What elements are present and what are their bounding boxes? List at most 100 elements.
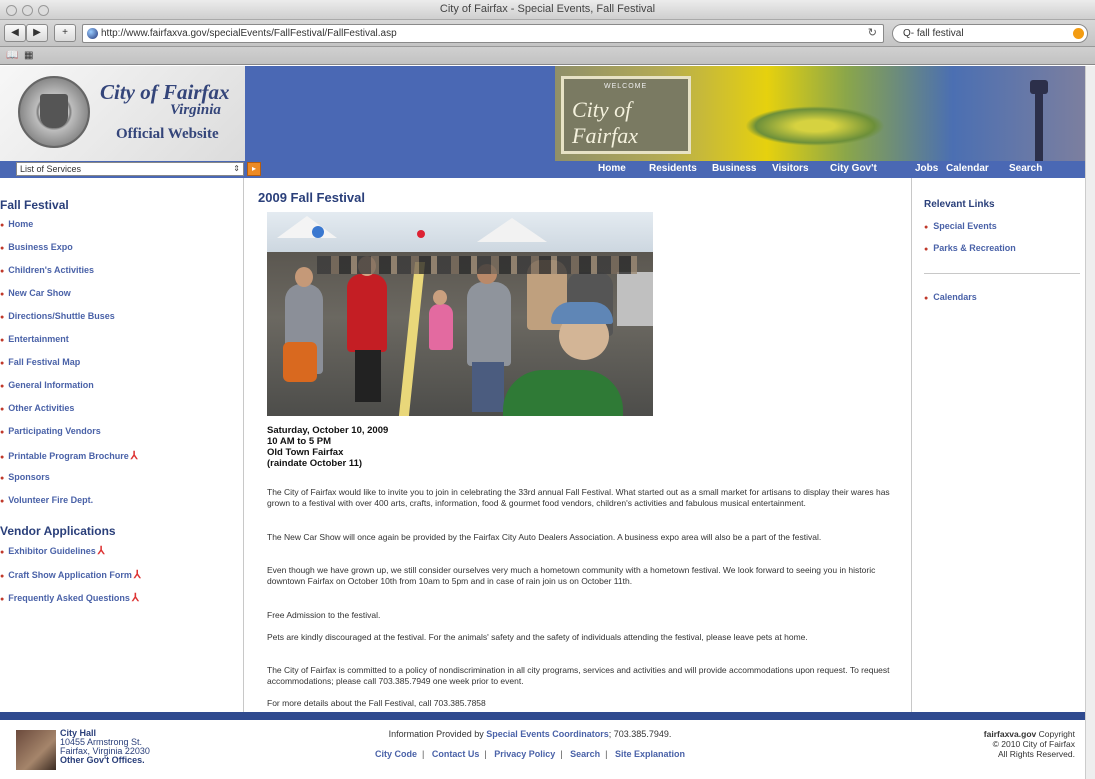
rightnav-calendars[interactable]: ● Calendars — [924, 292, 977, 302]
banner-lamp-post — [1035, 86, 1043, 161]
event-details: Saturday, October 10, 2009 10 AM to 5 PM… — [267, 425, 388, 469]
services-select[interactable]: List of Services ⇕ — [16, 162, 244, 176]
forward-button[interactable]: ▶ — [26, 24, 48, 42]
paragraph-more-details: For more details about the Fall Festival… — [267, 698, 486, 708]
footer-link-contact-us[interactable]: Contact Us — [432, 749, 480, 759]
leftnav-general-information[interactable]: ● General Information — [0, 380, 94, 390]
footer-info: Information Provided by Special Events C… — [300, 729, 760, 739]
footer-copyright-label: Copyright — [1036, 729, 1075, 739]
book-icon[interactable]: 📖 — [6, 50, 18, 61]
footer-divider-bar — [0, 712, 1085, 720]
browser-toolbar: ◀ ▶ + http://www.fairfaxva.gov/specialEv… — [0, 20, 1095, 47]
banner-welcome-sign: WELCOME City of Fairfax — [561, 76, 691, 154]
footer-info-prefix: Information Provided by — [388, 729, 484, 739]
leftnav-printable-brochure[interactable]: ● Printable Program Brochure ⅄ — [0, 449, 138, 462]
banner-sign-text: City of Fairfax — [572, 97, 638, 148]
logo-state: Virginia — [170, 102, 221, 118]
site-header: City of Fairfax Virginia Official Websit… — [0, 66, 1085, 161]
vendor-applications-heading: Vendor Applications — [0, 524, 116, 538]
paragraph-hometown: Even though we have grown up, we still c… — [267, 565, 876, 586]
paragraph-nondiscrimination: The City of Fairfax is committed to a po… — [267, 665, 890, 686]
footer-link-privacy-policy[interactable]: Privacy Policy — [494, 749, 555, 759]
browser-search-field[interactable]: Q- fall festival — [892, 24, 1088, 43]
leftnav-new-car-show[interactable]: ● New Car Show — [0, 288, 71, 298]
footer-info-phone: ; 703.385.7949. — [608, 729, 672, 739]
leftnav-participating-vendors[interactable]: ● Participating Vendors — [0, 426, 101, 436]
site-logo[interactable]: City of Fairfax Virginia Official Websit… — [0, 66, 245, 161]
paragraph-intro: The City of Fairfax would like to invite… — [267, 487, 890, 508]
paragraph-admission: Free Admission to the festival. — [267, 610, 381, 620]
topnav-visitors[interactable]: Visitors — [772, 163, 830, 174]
pdf-icon: ⅄ — [97, 545, 105, 557]
leftnav-business-expo[interactable]: ● Business Expo — [0, 242, 73, 252]
leftnav-volunteer-fire-dept[interactable]: ● Volunteer Fire Dept. — [0, 495, 93, 505]
city-hall-photo — [16, 730, 56, 770]
search-go-icon[interactable] — [1073, 28, 1084, 39]
footer-copyright: fairfaxva.gov Copyright © 2010 City of F… — [984, 729, 1075, 759]
bookmarks-bar: 📖 ▦ — [0, 47, 1095, 65]
banner-sign-small: WELCOME — [604, 83, 648, 90]
topnav-calendar[interactable]: Calendar — [946, 163, 1009, 174]
rightnav-divider — [924, 273, 1080, 274]
footer-rights: All Rights Reserved. — [997, 749, 1075, 759]
event-location: Old Town Fairfax — [267, 447, 344, 458]
topnav-search[interactable]: Search — [1009, 163, 1049, 174]
globe-icon — [87, 28, 98, 39]
window-titlebar: City of Fairfax - Special Events, Fall F… — [0, 0, 1095, 20]
festival-crowd-photo — [267, 212, 653, 416]
footer-link-city-code[interactable]: City Code — [375, 749, 417, 759]
leftnav-exhibitor-guidelines[interactable]: ● Exhibitor Guidelines ⅄ — [0, 544, 104, 557]
rightnav-special-events[interactable]: ● Special Events — [924, 221, 997, 231]
leftnav-other-activities[interactable]: ● Other Activities — [0, 403, 74, 413]
topnav-business[interactable]: Business — [712, 163, 772, 174]
relevant-links-heading: Relevant Links — [924, 199, 995, 210]
add-bookmark-button[interactable]: + — [54, 24, 76, 42]
grid-icon[interactable]: ▦ — [24, 50, 33, 61]
paragraph-pets: Pets are kindly discouraged at the festi… — [267, 632, 808, 642]
footer-domain[interactable]: fairfaxva.gov — [984, 729, 1036, 739]
leftnav-fall-festival-map[interactable]: ● Fall Festival Map — [0, 357, 80, 367]
topnav-jobs[interactable]: Jobs — [915, 163, 946, 174]
leftnav-entertainment[interactable]: ● Entertainment — [0, 334, 69, 344]
topnav-home[interactable]: Home — [598, 163, 649, 174]
leftnav-home[interactable]: ● Home — [0, 219, 33, 229]
services-go-button[interactable]: ▸ — [247, 162, 261, 176]
right-sidebar: Relevant Links ● Special Events ● Parks & … — [911, 178, 1085, 712]
footer-links: City Code | Contact Us | Privacy Policy | S… — [374, 749, 686, 759]
leftnav-craft-show-application[interactable]: ● Craft Show Application Form ⅄ — [0, 568, 141, 581]
page-title: 2009 Fall Festival — [258, 190, 365, 205]
left-sidebar: Fall Festival ● Home ● Business Expo ● Chil… — [0, 178, 244, 712]
address-bar-url: http://www.fairfaxva.gov/specialEvents/F… — [101, 28, 397, 39]
search-icon: Q- — [903, 28, 917, 39]
vertical-scrollbar[interactable] — [1085, 66, 1095, 779]
reload-icon[interactable]: ↻ — [868, 25, 877, 42]
logo-official-text: Official Website — [116, 126, 219, 142]
address-bar[interactable]: http://www.fairfaxva.gov/specialEvents/F… — [82, 24, 884, 43]
special-events-coordinators-link[interactable]: Special Events Coordinators — [486, 729, 609, 739]
footer-copyright-year: © 2010 City of Fairfax — [992, 739, 1075, 749]
topnav-residents[interactable]: Residents — [649, 163, 712, 174]
top-nav-links: Home Residents Business Visitors City Go… — [598, 163, 1049, 174]
leftnav-directions[interactable]: ● Directions/Shuttle Buses — [0, 311, 115, 321]
leftnav-faq[interactable]: ● Frequently Asked Questions ⅄ — [0, 591, 139, 604]
leftnav-sponsors[interactable]: ● Sponsors — [0, 472, 50, 482]
event-raindate: (raindate October 11) — [267, 458, 363, 469]
banner-foliage — [745, 106, 885, 146]
city-hall-address: City Hall 10455 Armstrong St. Fairfax, V… — [60, 729, 150, 765]
other-offices-link[interactable]: Other Gov't Offices. — [60, 756, 150, 765]
leftnav-childrens-activities[interactable]: ● Children's Activities — [0, 265, 94, 275]
paragraph-car-show: The New Car Show will once again be prov… — [267, 532, 822, 542]
window-title: City of Fairfax - Special Events, Fall F… — [439, 3, 656, 15]
pdf-icon: ⅄ — [131, 592, 139, 604]
footer-link-site-explanation[interactable]: Site Explanation — [615, 749, 685, 759]
footer-link-search[interactable]: Search — [570, 749, 600, 759]
select-arrows-icon: ⇕ — [233, 164, 240, 173]
services-select-value: List of Services — [20, 164, 82, 174]
back-button[interactable]: ◀ — [4, 24, 26, 42]
rightnav-parks-recreation[interactable]: ● Parks & Recreation — [924, 243, 1016, 253]
pdf-icon: ⅄ — [130, 450, 138, 462]
browser-search-value: fall festival — [916, 28, 964, 39]
topnav-city-govt[interactable]: City Gov't — [830, 163, 915, 174]
fall-festival-heading: Fall Festival — [0, 198, 69, 212]
site-footer: City Hall 10455 Armstrong St. Fairfax, V… — [0, 720, 1085, 779]
